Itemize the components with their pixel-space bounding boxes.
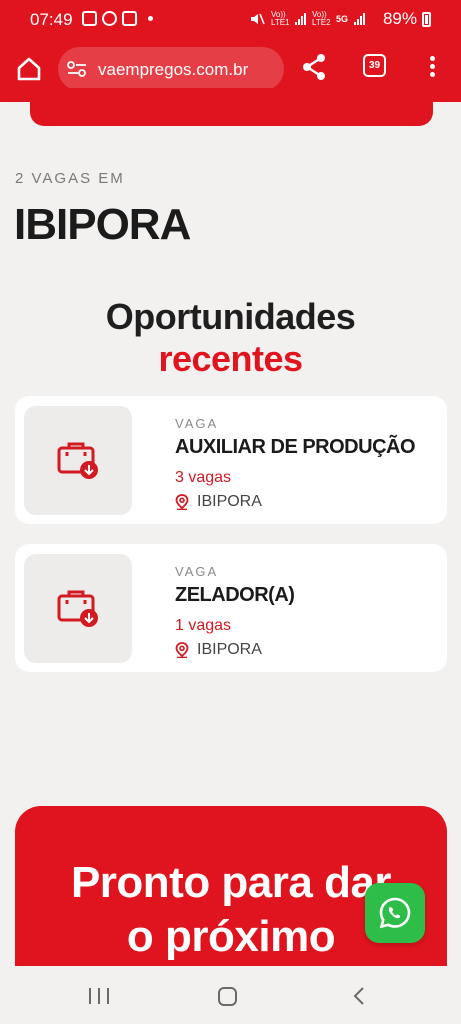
job-location: IBIPORA: [175, 641, 262, 659]
nav-back-button[interactable]: [350, 986, 370, 1006]
job-card[interactable]: VAGA ZELADOR(A) 1 vagas IBIPORA: [15, 544, 447, 672]
network-2-label: Vo)) LTE2: [311, 10, 331, 27]
job-location-text: IBIPORA: [197, 641, 262, 658]
notification-icons: [82, 11, 153, 26]
address-bar[interactable]: vaempregos.com.br: [58, 47, 284, 91]
signal-1-icon: [294, 13, 306, 25]
url-text: vaempregos.com.br: [98, 60, 249, 79]
job-count-label: 2 VAGAS EM: [15, 170, 125, 187]
battery-percent: 89%: [382, 9, 417, 28]
home-icon: [17, 57, 41, 81]
network-5g-label: 5G: [335, 14, 348, 24]
job-openings: 1 vagas: [175, 617, 232, 634]
gallery-icon: [82, 11, 97, 26]
recent-apps-bar: [107, 988, 109, 1004]
job-title[interactable]: ZELADOR(A): [175, 584, 295, 607]
site-settings-icon[interactable]: [66, 60, 88, 78]
whatsapp-notification-icon: [102, 11, 117, 26]
system-indicators: Vo)) LTE1 Vo)) LTE2 5G: [249, 11, 365, 27]
job-kicker: VAGA: [175, 564, 219, 579]
menu-dot: [429, 72, 435, 77]
job-location: IBIPORA: [175, 493, 262, 511]
whatsapp-icon: [379, 897, 411, 929]
share-button[interactable]: [300, 52, 328, 82]
menu-button[interactable]: [424, 54, 440, 80]
menu-dot: [429, 64, 435, 69]
job-location-text: IBIPORA: [197, 493, 262, 510]
recent-apps-button[interactable]: [89, 988, 109, 1004]
status-bar: 07:49 Vo)) LTE1 Vo)) LTE2 5G 89%: [0, 0, 461, 40]
search-bar-bottom-edge[interactable]: [30, 88, 433, 126]
job-thumbnail: [24, 554, 132, 663]
briefcase-download-icon: [57, 442, 98, 479]
location-pin-icon: [175, 494, 189, 510]
section-title: Oportunidades recentes: [0, 296, 461, 380]
battery-icon: [422, 12, 431, 27]
section-title-line2: recentes: [158, 338, 303, 379]
share-icon: [303, 54, 325, 80]
nav-home-button[interactable]: [218, 987, 237, 1006]
city-title: IBIPORA: [14, 200, 191, 249]
job-kicker: VAGA: [175, 416, 219, 431]
mute-icon: [250, 13, 265, 25]
system-nav-bar: [0, 966, 461, 1024]
job-thumbnail: [24, 406, 132, 515]
signal-2-icon: [354, 13, 365, 25]
location-pin-icon: [175, 642, 189, 658]
network-1-label: Vo)) LTE1: [270, 10, 290, 27]
briefcase-download-icon: [57, 590, 98, 627]
back-icon: [353, 987, 364, 1005]
tabs-button[interactable]: 39: [363, 54, 386, 77]
recent-apps-bar: [98, 988, 100, 1004]
home-button[interactable]: [14, 54, 44, 84]
job-card[interactable]: VAGA AUXILIAR DE PRODUÇÃO 3 vagas IBIPOR…: [15, 396, 447, 524]
whatsapp-button[interactable]: [365, 883, 425, 943]
recent-apps-bar: [89, 988, 91, 1004]
section-title-line1: Oportunidades: [105, 296, 356, 337]
menu-dot: [429, 56, 435, 61]
status-time: 07:49: [30, 10, 73, 29]
linkedin-icon: [122, 11, 137, 26]
job-title[interactable]: AUXILIAR DE PRODUÇÃO: [175, 436, 416, 459]
job-openings: 3 vagas: [175, 469, 232, 486]
more-notifications-icon: [148, 16, 153, 21]
